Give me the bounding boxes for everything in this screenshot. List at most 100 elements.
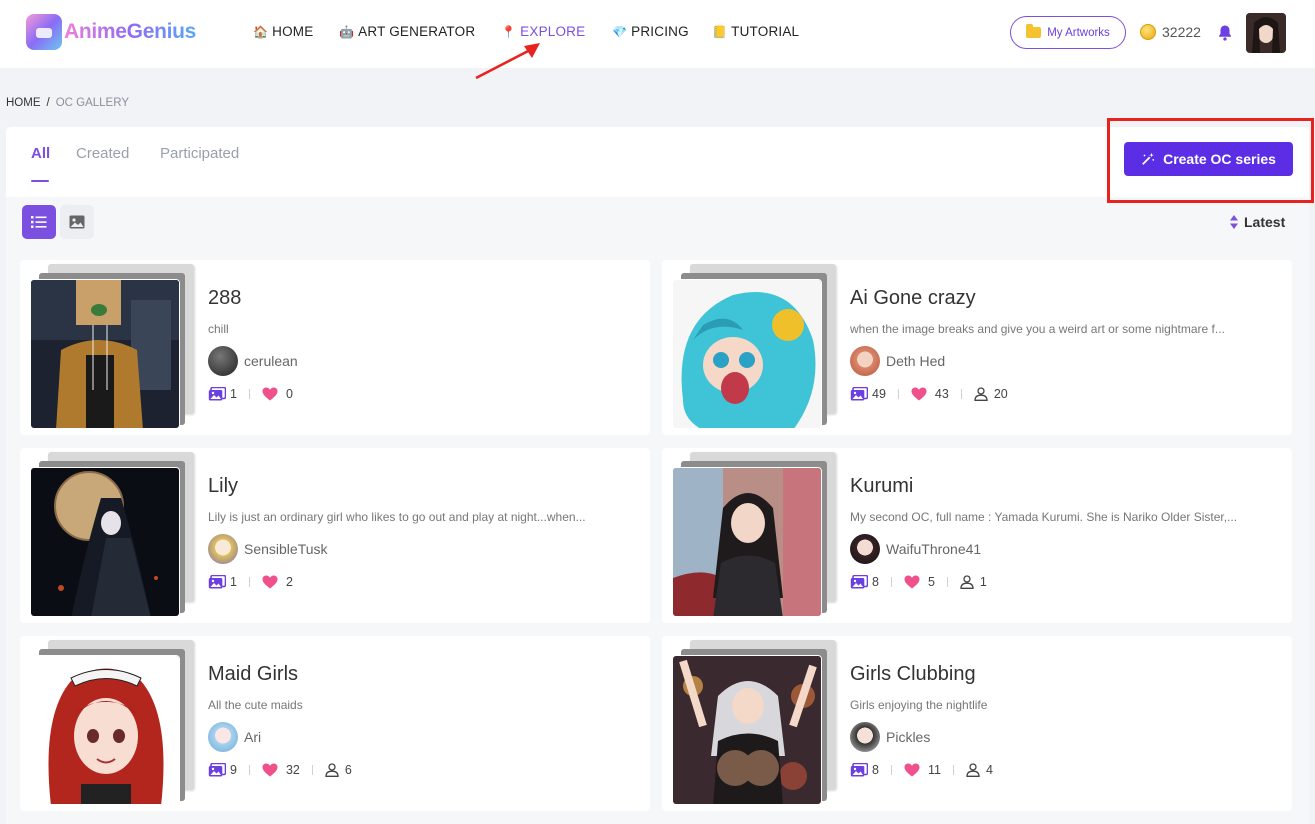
robot-icon: 🤖 <box>339 24 355 39</box>
like-count[interactable]: 32 <box>262 763 300 777</box>
oc-card[interactable]: Kurumi My second OC, full name : Yamada … <box>662 448 1292 623</box>
oc-title[interactable]: 288 <box>208 287 241 310</box>
like-count-value: 32 <box>285 763 300 777</box>
stat-divider <box>960 389 962 399</box>
oc-thumbnail[interactable] <box>30 655 180 805</box>
like-count[interactable]: 5 <box>904 575 935 589</box>
image-view-toggle[interactable] <box>60 205 94 239</box>
image-count: 8 <box>850 575 879 589</box>
member-count-value: 20 <box>993 387 1008 401</box>
breadcrumb-separator: / <box>46 97 50 109</box>
nav-explore-label: EXPLORE <box>520 24 586 39</box>
list-view-toggle[interactable] <box>22 205 56 239</box>
nav-pricing-label: PRICING <box>631 24 689 39</box>
breadcrumb: HOME / OC GALLERY <box>6 97 129 109</box>
nav-explore[interactable]: 📍 EXPLORE <box>501 24 585 39</box>
oc-thumbnail[interactable] <box>672 467 822 617</box>
coin-count: 32222 <box>1162 24 1201 40</box>
tab-active-indicator <box>31 180 49 182</box>
stat-divider <box>897 389 899 399</box>
nav-tutorial-label: TUTORIAL <box>731 24 800 39</box>
like-count-value: 5 <box>927 575 935 589</box>
oc-title[interactable]: Girls Clubbing <box>850 663 976 686</box>
heart-icon <box>262 763 278 777</box>
stat-divider <box>248 765 250 775</box>
nav-tutorial[interactable]: 📒 TUTORIAL <box>712 24 799 39</box>
user-avatar[interactable] <box>1246 13 1286 53</box>
oc-description: My second OC, full name : Yamada Kurumi.… <box>850 510 1238 524</box>
oc-author[interactable]: WaifuThrone41 <box>850 534 981 564</box>
nav-pricing[interactable]: 💎 PRICING <box>612 24 689 39</box>
oc-card[interactable]: Maid Girls All the cute maids Ari 9 32 6 <box>20 636 650 811</box>
heart-icon <box>911 387 927 401</box>
stat-divider <box>890 765 892 775</box>
sort-label: Latest <box>1244 214 1286 230</box>
oc-stats: 49 43 20 <box>850 387 1008 401</box>
oc-thumbnail[interactable] <box>672 279 822 429</box>
oc-stats: 8 11 4 <box>850 763 993 777</box>
image-count-value: 1 <box>230 575 237 589</box>
author-avatar <box>850 346 880 376</box>
coin-balance[interactable]: 32222 <box>1140 24 1201 40</box>
my-artworks-button[interactable]: My Artworks <box>1010 16 1126 49</box>
nav-art-generator-label: ART GENERATOR <box>358 24 476 39</box>
nav-art-generator[interactable]: 🤖 ART GENERATOR <box>339 24 475 39</box>
author-name: Pickles <box>886 729 931 745</box>
oc-stats: 1 2 <box>208 575 293 589</box>
oc-card[interactable]: 288 chill cerulean 1 0 <box>20 260 650 435</box>
breadcrumb-home[interactable]: HOME <box>6 97 41 109</box>
tab-all[interactable]: All <box>31 145 50 162</box>
brand-name: AnimeGenius <box>64 20 197 43</box>
author-avatar <box>850 534 880 564</box>
image-count-value: 8 <box>872 763 879 777</box>
tab-created[interactable]: Created <box>76 145 129 162</box>
bell-icon[interactable] <box>1216 24 1234 42</box>
member-count: 20 <box>974 387 1008 401</box>
oc-description: All the cute maids <box>208 698 303 712</box>
like-count-value: 43 <box>934 387 949 401</box>
gallery-icon <box>850 575 868 589</box>
oc-thumbnail[interactable] <box>30 279 180 429</box>
tab-participated[interactable]: Participated <box>160 145 239 162</box>
image-count-value: 1 <box>230 387 237 401</box>
heart-icon <box>262 575 278 589</box>
oc-title[interactable]: Kurumi <box>850 475 913 498</box>
member-count-value: 1 <box>979 575 987 589</box>
oc-author[interactable]: Deth Hed <box>850 346 945 376</box>
oc-title[interactable]: Ai Gone crazy <box>850 287 976 310</box>
nav-home[interactable]: 🏠 HOME <box>253 24 313 39</box>
like-count[interactable]: 0 <box>262 387 293 401</box>
person-icon <box>974 387 988 401</box>
oc-author[interactable]: SensibleTusk <box>208 534 328 564</box>
like-count[interactable]: 43 <box>911 387 949 401</box>
author-avatar <box>208 534 238 564</box>
oc-title[interactable]: Maid Girls <box>208 663 298 686</box>
oc-thumbnail[interactable] <box>30 467 180 617</box>
breadcrumb-current: OC GALLERY <box>55 97 129 109</box>
oc-thumbnail[interactable] <box>672 655 822 805</box>
sort-dropdown[interactable]: Latest <box>1229 214 1285 230</box>
oc-card[interactable]: Girls Clubbing Girls enjoying the nightl… <box>662 636 1292 811</box>
like-count[interactable]: 2 <box>262 575 293 589</box>
sort-icon <box>1230 215 1238 229</box>
gallery-icon <box>208 575 226 589</box>
my-artworks-label: My Artworks <box>1047 26 1110 39</box>
brand-logo[interactable]: AnimeGenius <box>26 14 196 50</box>
heart-icon <box>904 575 920 589</box>
like-count[interactable]: 11 <box>904 763 941 777</box>
member-count: 4 <box>966 763 993 777</box>
person-icon <box>966 763 980 777</box>
gallery-icon <box>850 387 868 401</box>
oc-author[interactable]: cerulean <box>208 346 298 376</box>
stat-divider <box>311 765 313 775</box>
oc-title[interactable]: Lily <box>208 475 238 498</box>
list-icon <box>31 216 47 228</box>
oc-author[interactable]: Ari <box>208 722 261 752</box>
oc-author[interactable]: Pickles <box>850 722 930 752</box>
image-count-value: 49 <box>872 387 886 401</box>
gallery-icon <box>850 763 868 777</box>
oc-card[interactable]: Ai Gone crazy when the image breaks and … <box>662 260 1292 435</box>
oc-card[interactable]: Lily Lily is just an ordinary girl who l… <box>20 448 650 623</box>
author-name: WaifuThrone41 <box>886 541 982 557</box>
like-count-value: 11 <box>927 763 941 777</box>
